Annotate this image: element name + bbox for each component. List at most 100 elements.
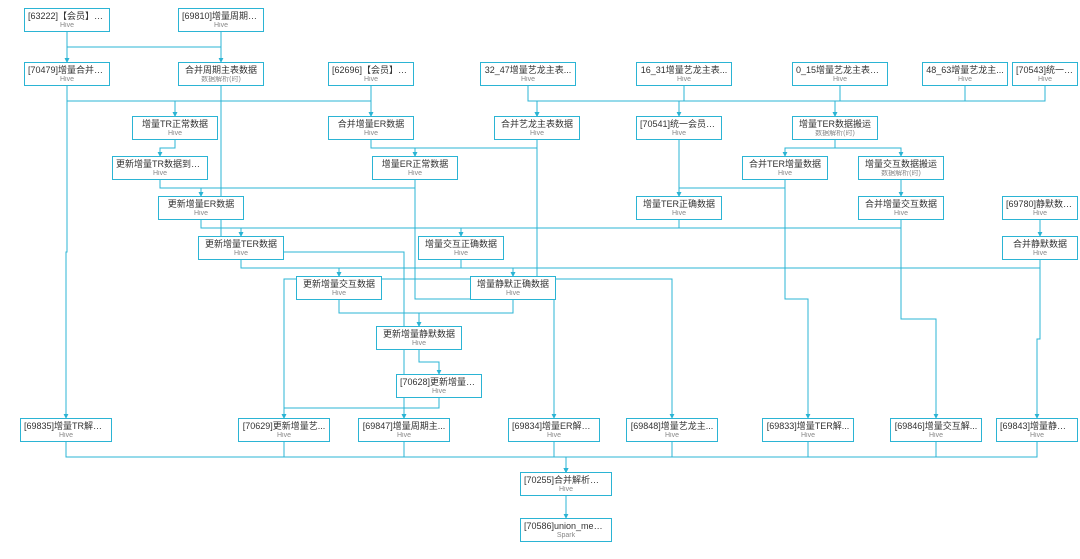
flow-node[interactable]: 更新增量静默数据Hive: [376, 326, 462, 350]
node-subtitle: 数据解析(时): [179, 76, 263, 85]
flow-node[interactable]: 更新增量TER数据Hive: [198, 236, 284, 260]
node-subtitle: Hive: [521, 486, 611, 495]
flow-edge: [537, 86, 965, 116]
node-subtitle: Hive: [21, 432, 111, 441]
flow-node[interactable]: [69834]增量ER解析...Hive: [508, 418, 600, 442]
flow-node[interactable]: [69846]增量交互解...Hive: [890, 418, 982, 442]
flow-node[interactable]: 合并增量ER数据Hive: [328, 116, 414, 140]
flow-node[interactable]: 合并艺龙主表数据Hive: [494, 116, 580, 140]
node-subtitle: Hive: [25, 22, 109, 31]
node-title: 增量交互正确数据: [419, 237, 503, 250]
node-title: 增量TER数据搬运: [793, 117, 877, 130]
node-title: 更新增量ER数据: [159, 197, 243, 210]
node-title: [63222]【会员】增...: [25, 9, 109, 22]
node-subtitle: Hive: [179, 22, 263, 31]
flow-node[interactable]: 合并TER增量数据Hive: [742, 156, 828, 180]
flow-edge: [461, 260, 513, 276]
flow-node[interactable]: 增量TER数据搬运数据解析(时): [792, 116, 878, 140]
flow-node[interactable]: [62696]【会员】增...Hive: [328, 62, 414, 86]
flow-node[interactable]: 增量TER正确数据Hive: [636, 196, 722, 220]
flow-edge: [835, 86, 1045, 116]
flow-node[interactable]: [70543]统一会员筛...Hive: [1012, 62, 1078, 86]
node-title: 合并静默数据: [1003, 237, 1077, 250]
node-title: [69833]增量TER解...: [763, 419, 853, 432]
flow-node[interactable]: 合并增量交互数据Hive: [858, 196, 944, 220]
flow-node[interactable]: [70586]union_mem...Spark: [520, 518, 612, 542]
flow-node[interactable]: 合并周期主表数据数据解析(时): [178, 62, 264, 86]
node-title: 合并增量交互数据: [859, 197, 943, 210]
flow-edge: [679, 180, 785, 196]
flow-node[interactable]: 16_31增量艺龙主表...Hive: [636, 62, 732, 86]
flow-edge: [201, 220, 241, 236]
flow-node[interactable]: 合并静默数据Hive: [1002, 236, 1078, 260]
node-title: 48_63增量艺龙主...: [923, 63, 1007, 76]
flow-node[interactable]: 0_15增量艺龙主表数...Hive: [792, 62, 888, 86]
node-subtitle: Hive: [637, 130, 721, 139]
node-subtitle: Hive: [859, 210, 943, 219]
flow-node[interactable]: [69835]增量TR解析...Hive: [20, 418, 112, 442]
flow-node[interactable]: 更新增量TR数据到统...Hive: [112, 156, 208, 180]
flow-edge: [371, 140, 415, 156]
node-title: 更新增量TR数据到统...: [113, 157, 207, 170]
flow-edge: [785, 180, 808, 418]
flow-node[interactable]: [70479]增量合并TR...Hive: [24, 62, 110, 86]
node-title: [69780]静默数据搬...: [1003, 197, 1077, 210]
flow-node[interactable]: [70255]合并解析数据Hive: [520, 472, 612, 496]
node-title: [69835]增量TR解析...: [21, 419, 111, 432]
node-title: [69843]增量静默解...: [997, 419, 1077, 432]
node-subtitle: Hive: [637, 76, 731, 85]
flow-node[interactable]: 增量交互数据搬运数据解析(时): [858, 156, 944, 180]
flow-edge: [461, 220, 901, 236]
flow-edge: [415, 140, 537, 156]
flow-node[interactable]: [69847]增量周期主...Hive: [358, 418, 450, 442]
node-title: 增量交互数据搬运: [859, 157, 943, 170]
node-subtitle: Hive: [1013, 76, 1077, 85]
flow-node[interactable]: [70629]更新增量艺...Hive: [238, 418, 330, 442]
flow-node[interactable]: 增量ER正常数据Hive: [372, 156, 458, 180]
flow-edge: [404, 398, 439, 418]
flow-edge: [67, 86, 175, 116]
flow-node[interactable]: 48_63增量艺龙主...Hive: [922, 62, 1008, 86]
node-title: 合并艺龙主表数据: [495, 117, 579, 130]
node-subtitle: Hive: [509, 432, 599, 441]
flow-edge: [528, 86, 537, 116]
flow-node[interactable]: [63222]【会员】增...Hive: [24, 8, 110, 32]
flow-node[interactable]: [69833]增量TER解...Hive: [762, 418, 854, 442]
node-subtitle: 数据解析(时): [793, 130, 877, 139]
node-title: 合并TER增量数据: [743, 157, 827, 170]
flow-edge: [160, 140, 175, 156]
flow-node[interactable]: [69780]静默数据搬...Hive: [1002, 196, 1078, 220]
flow-edge: [160, 180, 201, 196]
flow-node[interactable]: [70541]统一会员全...Hive: [636, 116, 722, 140]
node-subtitle: Hive: [359, 432, 449, 441]
node-title: [70255]合并解析数据: [521, 473, 611, 486]
node-subtitle: Hive: [419, 250, 503, 259]
node-subtitle: Hive: [743, 170, 827, 179]
flow-node[interactable]: 增量TR正常数据Hive: [132, 116, 218, 140]
node-subtitle: Hive: [377, 340, 461, 349]
flow-edge: [566, 442, 936, 472]
flow-node[interactable]: [69843]增量静默解...Hive: [996, 418, 1078, 442]
flow-node[interactable]: 增量交互正确数据Hive: [418, 236, 504, 260]
flow-node[interactable]: 32_47增量艺龙主表...Hive: [480, 62, 576, 86]
flow-node[interactable]: [69848]增量艺龙主...Hive: [626, 418, 718, 442]
node-title: [70586]union_mem...: [521, 519, 611, 532]
node-subtitle: Hive: [495, 130, 579, 139]
flow-node[interactable]: 增量静默正确数据Hive: [470, 276, 556, 300]
node-title: 更新增量TER数据: [199, 237, 283, 250]
node-title: 合并增量ER数据: [329, 117, 413, 130]
node-title: 0_15增量艺龙主表数...: [793, 63, 887, 76]
flow-node[interactable]: [70628]更新增量周...Hive: [396, 374, 482, 398]
node-subtitle: Hive: [329, 76, 413, 85]
flow-edge: [419, 350, 439, 374]
node-subtitle: Hive: [397, 388, 481, 397]
flow-edge: [461, 220, 679, 236]
node-title: [70543]统一会员筛...: [1013, 63, 1077, 76]
flow-edge: [201, 180, 415, 196]
flow-edge: [566, 442, 672, 472]
diagram-canvas: [63222]【会员】增...Hive[69810]增量周期主...Hive[7…: [0, 0, 1080, 559]
flow-edge: [241, 260, 339, 276]
flow-node[interactable]: 更新增量交互数据Hive: [296, 276, 382, 300]
flow-node[interactable]: [69810]增量周期主...Hive: [178, 8, 264, 32]
flow-node[interactable]: 更新增量ER数据Hive: [158, 196, 244, 220]
